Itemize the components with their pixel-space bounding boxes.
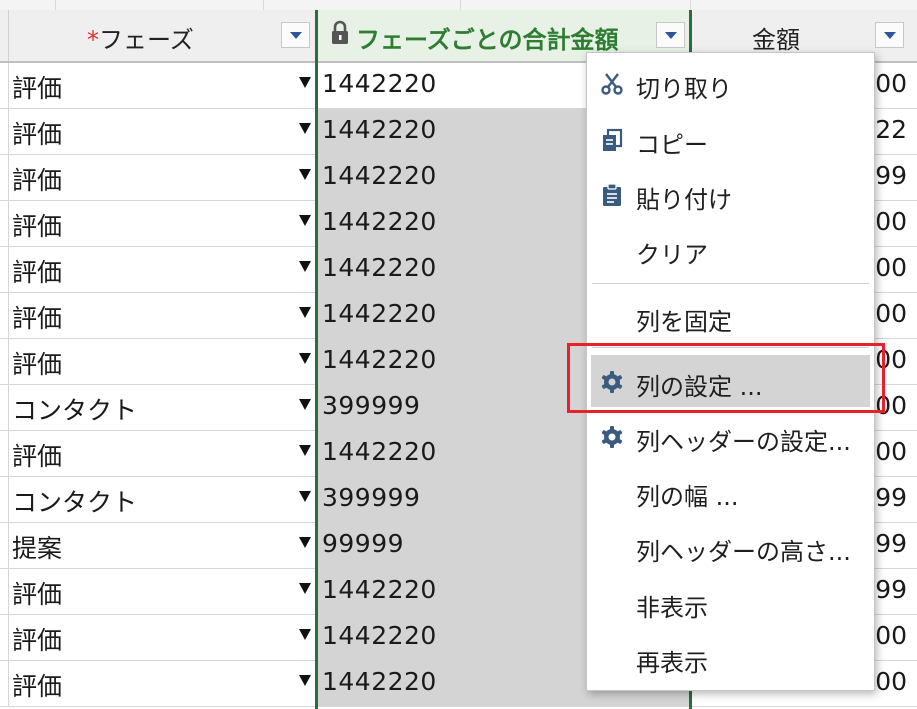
phase-cell[interactable]: 評価 [9,431,316,476]
menu-item-header-height[interactable]: 列ヘッダーの高さ... [587,520,874,572]
gear-icon [601,426,623,448]
menu-item-clear[interactable]: クリア [587,223,874,275]
phase-cell[interactable]: 評価 [9,661,316,706]
header-phase[interactable]: *フェーズ [9,10,317,61]
menu-separator [592,283,869,284]
header-total-label: フェーズごとの合計金額 [356,26,619,54]
phase-dropdown-arrow[interactable] [299,675,311,686]
phase-dropdown-arrow[interactable] [299,307,311,318]
copy-icon [603,128,623,151]
total-dropdown-button[interactable] [656,22,685,48]
highlight-box [567,343,885,413]
menu-item-unhide[interactable]: 再表示 [587,631,874,683]
phase-cell[interactable]: 評価 [9,201,316,246]
phase-dropdown-arrow[interactable] [299,261,311,272]
phase-dropdown-arrow[interactable] [299,169,311,180]
phase-dropdown-arrow[interactable] [299,583,311,594]
phase-dropdown-arrow[interactable] [299,123,311,134]
phase-cell[interactable]: 提案 [9,523,316,568]
phase-cell[interactable]: コンタクト [9,385,316,430]
amount-dropdown-button[interactable] [875,22,904,48]
menu-item-copy[interactable]: コピー [587,113,874,165]
lock-icon [332,20,348,44]
menu-item-paste[interactable]: 貼り付け [587,168,874,220]
phase-cell[interactable]: コンタクト [9,477,316,522]
phase-dropdown-arrow[interactable] [299,445,311,456]
header-phase-label: *フェーズ [87,26,194,54]
phase-cell[interactable]: 評価 [9,63,316,108]
menu-item-header-settings[interactable]: 列ヘッダーの設定... [587,410,874,462]
phase-cell[interactable]: 評価 [9,339,316,384]
phase-cell[interactable]: 評価 [9,569,316,614]
phase-dropdown-arrow[interactable] [299,399,311,410]
selected-column-border-left [315,10,318,709]
scissors-icon [601,73,623,95]
phase-cell[interactable]: 評価 [9,293,316,338]
phase-cell[interactable]: 評価 [9,109,316,154]
phase-dropdown-arrow[interactable] [299,537,311,548]
phase-cell[interactable]: 評価 [9,155,316,200]
header-amount-label: 金額 [752,26,800,54]
menu-item-hide[interactable]: 非表示 [587,576,874,628]
phase-cell[interactable]: 評価 [9,615,316,660]
phase-cell[interactable]: 評価 [9,247,316,292]
menu-item-cut[interactable]: 切り取り [587,57,874,109]
menu-item-column-width[interactable]: 列の幅 ... [587,465,874,517]
phase-dropdown-arrow[interactable] [299,629,311,640]
phase-dropdown-arrow[interactable] [299,215,311,226]
phase-dropdown-button[interactable] [281,22,310,48]
phase-dropdown-arrow[interactable] [299,77,311,88]
header-edge-cell [0,10,9,61]
phase-dropdown-arrow[interactable] [299,353,311,364]
phase-dropdown-arrow[interactable] [299,491,311,502]
clipboard-icon [603,183,621,206]
menu-item-freeze-column[interactable]: 列を固定 [587,290,874,342]
